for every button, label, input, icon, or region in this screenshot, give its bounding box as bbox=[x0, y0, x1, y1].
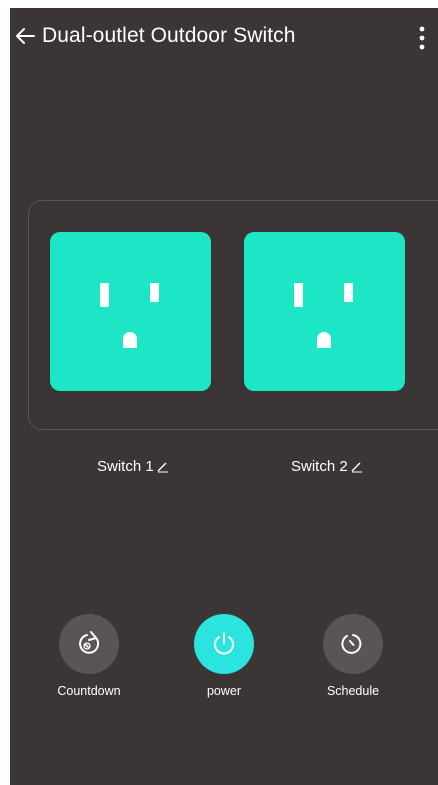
switch-1-label-button[interactable]: Switch 1 bbox=[97, 458, 169, 475]
more-options-button[interactable] bbox=[412, 25, 432, 51]
more-vertical-icon bbox=[419, 26, 425, 50]
back-button[interactable] bbox=[14, 24, 36, 48]
outlet-switch-2[interactable] bbox=[244, 232, 405, 391]
schedule-label: Schedule bbox=[326, 684, 380, 698]
outlet-slot-left bbox=[100, 283, 109, 307]
outlet-slot-right bbox=[150, 283, 159, 302]
schedule-clock-icon bbox=[341, 634, 362, 654]
top-bar: Dual-outlet Outdoor Switch bbox=[10, 8, 438, 68]
power-label: power bbox=[206, 684, 242, 698]
outlet-slot-left bbox=[294, 283, 303, 307]
pencil-icon bbox=[157, 462, 168, 473]
switch-1-label: Switch 1 bbox=[97, 458, 154, 475]
outlet-slot-right bbox=[344, 283, 353, 302]
switch-2-label: Switch 2 bbox=[291, 458, 348, 475]
outlet-ground-hole bbox=[123, 332, 137, 348]
power-icon bbox=[214, 632, 234, 655]
schedule-button[interactable] bbox=[323, 614, 383, 674]
power-button[interactable] bbox=[194, 614, 254, 674]
arrow-left-icon bbox=[16, 28, 35, 44]
pencil-icon bbox=[351, 462, 362, 473]
countdown-button[interactable] bbox=[59, 614, 119, 674]
countdown-label: Countdown bbox=[57, 684, 121, 698]
outlet-ground-hole bbox=[317, 332, 331, 348]
countdown-timer-icon bbox=[79, 631, 100, 654]
device-screen: Dual-outlet Outdoor Switch Switch 1 Swit… bbox=[10, 8, 438, 785]
outlet-switch-1[interactable] bbox=[50, 232, 211, 391]
switch-2-label-button[interactable]: Switch 2 bbox=[291, 458, 363, 475]
page-title: Dual-outlet Outdoor Switch bbox=[42, 24, 296, 47]
